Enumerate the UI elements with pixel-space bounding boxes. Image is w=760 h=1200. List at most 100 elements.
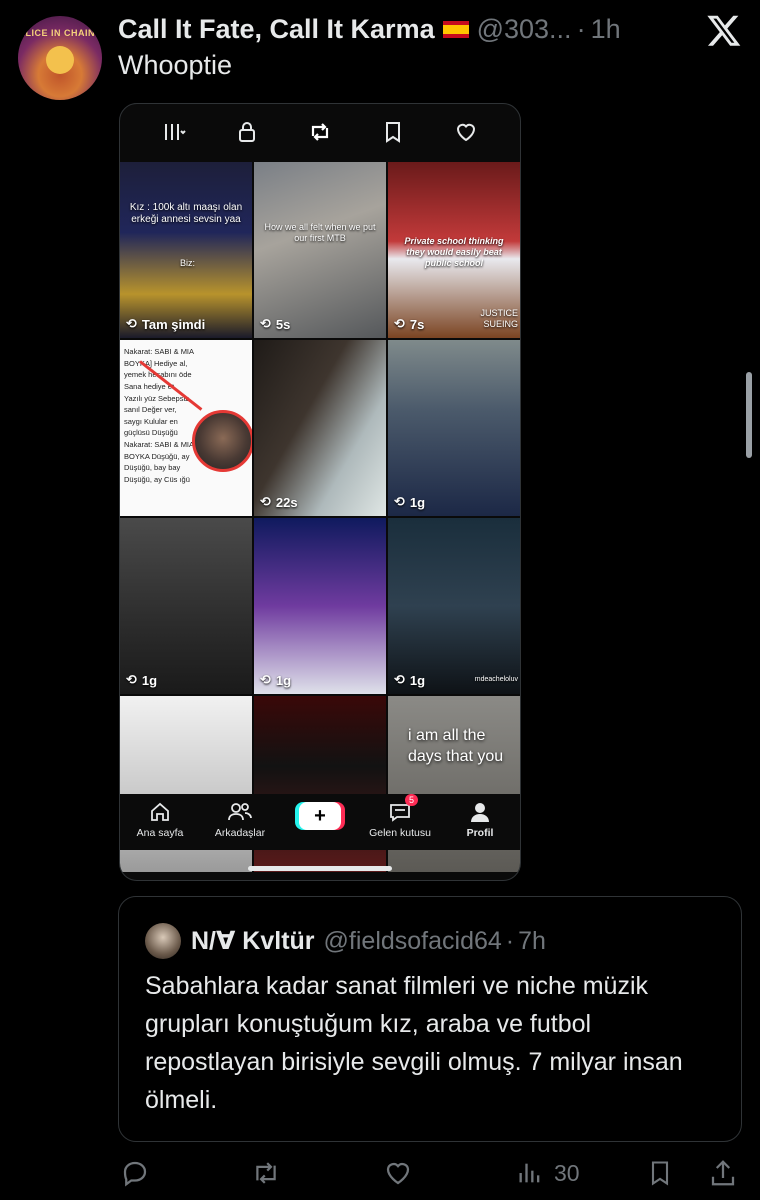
- nav-inbox[interactable]: 5 Gelen kutusu: [367, 794, 433, 839]
- nav-create[interactable]: +: [287, 800, 353, 830]
- repost-small-icon: ⟲: [260, 316, 271, 331]
- repost-small-icon: ⟲: [260, 494, 271, 509]
- thumbnail-caption: ⟲ 5s: [260, 316, 290, 332]
- author-avatar[interactable]: ALICE IN CHAINS: [18, 16, 102, 100]
- thumbnail-caption-text: 1g: [409, 672, 426, 688]
- profile-icon: [471, 803, 489, 822]
- circled-face: [192, 410, 252, 472]
- video-thumbnail[interactable]: mdeacheloluv ⟲ 1g: [388, 518, 520, 694]
- thumbnail-caption-text: 22s: [275, 494, 298, 510]
- like-icon: [386, 1162, 410, 1185]
- video-thumbnail[interactable]: Nakarat: SABI & MIA BOYKA] Hediye al, ye…: [120, 340, 252, 516]
- thumbnail-caption: ⟲ 1g: [126, 672, 157, 688]
- tweet-time[interactable]: 1h: [591, 14, 621, 45]
- tweet-media-image[interactable]: Kız : 100k altı maaşı olan erkeği annesi…: [119, 103, 521, 881]
- quoted-author-handle[interactable]: @fieldsofacid64: [324, 927, 502, 956]
- repost-small-icon: ⟲: [126, 316, 137, 331]
- thumbnail-caption: ⟲ 1g: [260, 672, 291, 688]
- scrollbar[interactable]: [746, 372, 752, 458]
- reply-button[interactable]: [120, 1152, 150, 1194]
- nav-profile[interactable]: Profil: [447, 800, 513, 839]
- thumbnail-sub-text: JUSTICE SUEING: [480, 308, 518, 329]
- separator-dot: ·: [576, 13, 586, 44]
- quoted-author-name[interactable]: N/∀ Kvltür: [191, 926, 315, 956]
- thumbnail-overlay-text: Private school thinking they would easil…: [404, 236, 504, 268]
- thumbnail-caption: ⟲ 22s: [260, 494, 298, 510]
- thumbnail-overlay-text: i am all the days that you: [408, 727, 504, 765]
- thumbnail-caption-text: 7s: [409, 316, 425, 332]
- quoted-tweet[interactable]: N/∀ Kvltür @fieldsofacid64 · 7h Sabahlar…: [118, 896, 742, 1142]
- nav-friends[interactable]: Arkadaşlar: [207, 800, 273, 839]
- tweet-action-bar: 30: [118, 1152, 746, 1194]
- avatar-sun: [46, 46, 74, 74]
- nav-profile-label: Profil: [466, 827, 494, 839]
- thumbnail-overlay-text: Kız : 100k altı maaşı olan erkeği annesi…: [129, 202, 243, 225]
- video-thumbnail[interactable]: ⟲ 1g: [120, 518, 252, 694]
- repost-small-icon: ⟲: [126, 672, 137, 687]
- like-button[interactable]: [382, 1152, 414, 1194]
- quoted-tweet-time[interactable]: 7h: [518, 927, 546, 956]
- thumbnail-caption: ⟲ 1g: [394, 672, 425, 688]
- repost-small-icon: ⟲: [260, 672, 271, 687]
- nav-inbox-label: Gelen kutusu: [369, 827, 431, 839]
- heart-icon[interactable]: [453, 119, 479, 145]
- thumbnail-caption-text: 1g: [141, 672, 158, 688]
- home-icon: [151, 802, 169, 821]
- create-plus-button[interactable]: +: [299, 802, 341, 830]
- x-logo-icon[interactable]: [706, 12, 742, 48]
- repost-video-grid: Kız : 100k altı maaşı olan erkeği annesi…: [120, 162, 520, 872]
- nav-home[interactable]: Ana sayfa: [127, 800, 193, 839]
- thumbnail-lyric-text: Nakarat: SABI & MIA BOYKA] Hediye al, ye…: [124, 347, 194, 484]
- thumbnail-caption: ⟲ 7s: [394, 316, 424, 332]
- retweet-button[interactable]: [250, 1152, 282, 1194]
- home-indicator: [248, 866, 392, 871]
- bookmark-icon[interactable]: [380, 119, 406, 145]
- thumbnail-caption: ⟲ 1g: [394, 494, 425, 510]
- quoted-tweet-header: N/∀ Kvltür @fieldsofacid64 · 7h: [145, 923, 546, 959]
- quoted-author-avatar[interactable]: [145, 923, 181, 959]
- nav-home-label: Ana sayfa: [136, 827, 184, 839]
- thumbnail-caption-text: 1g: [275, 672, 292, 688]
- retweet-icon: [256, 1162, 276, 1184]
- video-thumbnail[interactable]: How we all felt when we put our first MT…: [254, 162, 386, 338]
- video-thumbnail[interactable]: Kız : 100k altı maaşı olan erkeği annesi…: [120, 162, 252, 338]
- thumbnail-sub-text: mdeacheloluv: [474, 676, 518, 683]
- avatar-band-text: ALICE IN CHAINS: [18, 28, 102, 38]
- bookmark-button[interactable]: [646, 1152, 674, 1194]
- friends-icon: [228, 803, 252, 821]
- views-icon: [519, 1163, 540, 1183]
- share-icon: [711, 1160, 735, 1186]
- thumbnail-caption: ⟲ Tam şimdi: [126, 316, 205, 332]
- profile-tab-bar: [120, 104, 520, 160]
- thumbnail-overlay-text: How we all felt when we put our first MT…: [264, 222, 376, 243]
- author-handle[interactable]: @303...: [477, 14, 572, 45]
- separator-dot: ·: [505, 926, 515, 955]
- video-thumbnail[interactable]: Private school thinking they would easil…: [388, 162, 520, 338]
- bookmark-icon: [651, 1161, 669, 1186]
- thumbnail-sub-text: Biz:: [180, 258, 196, 268]
- reply-icon: [123, 1161, 147, 1187]
- repost-icon[interactable]: [307, 119, 333, 145]
- views-button[interactable]: 30: [516, 1152, 580, 1194]
- video-thumbnail[interactable]: ⟲ 1g: [388, 340, 520, 516]
- author-name[interactable]: Call It Fate, Call It Karma: [118, 14, 435, 45]
- thumbnail-caption-text: Tam şimdi: [141, 316, 206, 332]
- tiktok-bottom-nav: Ana sayfa Arkadaşlar + 5 Gelen kutusu Pr…: [120, 794, 520, 850]
- inbox-badge: 5: [405, 794, 419, 806]
- grid-icon[interactable]: [161, 119, 187, 145]
- repost-small-icon: ⟲: [394, 316, 405, 331]
- spain-flag-icon: [442, 20, 469, 38]
- thumbnail-caption-text: 5s: [275, 316, 291, 332]
- share-button[interactable]: [708, 1152, 738, 1194]
- tweet-text: Whooptie: [118, 50, 233, 80]
- repost-small-icon: ⟲: [394, 494, 405, 509]
- thumbnail-caption-text: 1g: [409, 494, 426, 510]
- repost-small-icon: ⟲: [394, 672, 405, 687]
- video-thumbnail[interactable]: ⟲ 22s: [254, 340, 386, 516]
- nav-friends-label: Arkadaşlar: [214, 827, 266, 839]
- quoted-tweet-text: Sabahlara kadar sanat filmleri ve niche …: [145, 972, 683, 1114]
- video-thumbnail[interactable]: ⟲ 1g: [254, 518, 386, 694]
- lock-icon[interactable]: [234, 119, 260, 145]
- views-count: 30: [554, 1159, 580, 1186]
- tweet-header: Call It Fate, Call It Karma @303... · 1h: [118, 10, 621, 48]
